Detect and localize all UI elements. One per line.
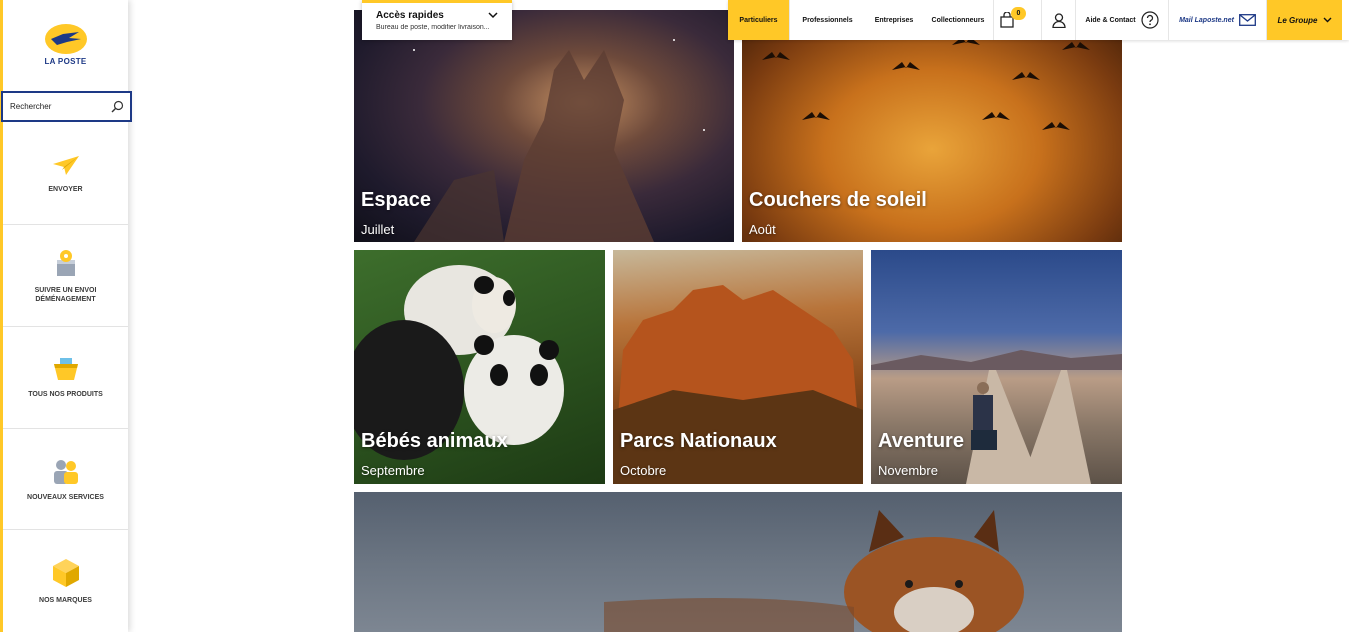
tile-title: Aventure	[878, 430, 964, 452]
mail-laposte-label: Mail Laposte.net	[1179, 16, 1234, 24]
help-contact-link[interactable]: Aide & Contact	[1076, 0, 1169, 40]
quick-access-subtitle: Bureau de poste, modifier livraison...	[376, 24, 490, 31]
cart-count-badge: 0	[1011, 7, 1026, 20]
tile-title: Espace	[361, 189, 432, 211]
sidebar-item-services[interactable]: NOUVEAUX SERVICES	[3, 429, 128, 530]
logo-text: LA POSTE	[44, 57, 87, 66]
tab-entreprises[interactable]: Entreprises	[865, 0, 923, 40]
search-icon[interactable]	[111, 100, 124, 113]
envelope-icon	[1238, 14, 1256, 26]
tab-collectionneurs[interactable]: Collectionneurs	[923, 0, 994, 40]
sidebar-item-label: NOS MARQUES	[39, 596, 92, 604]
search-input[interactable]	[10, 102, 105, 111]
tile-month: Novembre	[878, 463, 938, 478]
chevron-down-icon	[1323, 17, 1331, 23]
basket-icon	[53, 358, 78, 380]
quick-access-dropdown[interactable]: Accès rapides Bureau de poste, modifier …	[362, 0, 512, 40]
sidebar: LA POSTE ENVOYER SUIVRE UN ENVOI DÉMÉNAG…	[0, 0, 132, 632]
tile-bebes-animaux[interactable]: Bébés animaux Septembre	[354, 250, 605, 484]
chevron-down-icon	[488, 12, 498, 19]
tile-couchers-de-soleil[interactable]: Couchers de soleil Août	[742, 10, 1122, 242]
tile-month: Septembre	[361, 463, 425, 478]
le-groupe-dropdown[interactable]: Le Groupe	[1267, 0, 1342, 40]
sidebar-item-suivre[interactable]: SUIVRE UN ENVOI DÉMÉNAGEMENT	[3, 225, 128, 327]
tile-month: Août	[749, 222, 776, 237]
mail-laposte-link[interactable]: Mail Laposte.net	[1169, 0, 1267, 40]
sidebar-item-envoyer[interactable]: ENVOYER	[3, 124, 128, 225]
tile-title: Parcs Nationaux	[620, 430, 777, 452]
tab-particuliers[interactable]: Particuliers	[728, 0, 790, 40]
tile-title: Bébés animaux	[361, 430, 508, 452]
tile-title: Couchers de soleil	[749, 189, 927, 211]
cart-button[interactable]: 0	[994, 0, 1042, 40]
le-groupe-label: Le Groupe	[1277, 15, 1318, 25]
package-icon	[52, 558, 79, 587]
tile-parcs-nationaux[interactable]: Parcs Nationaux Octobre	[613, 250, 863, 484]
tile-espace[interactable]: Espace Juillet	[354, 10, 734, 242]
sidebar-item-label: ENVOYER	[48, 185, 83, 193]
account-button[interactable]	[1042, 0, 1076, 40]
sidebar-item-label-line1: SUIVRE UN ENVOI	[34, 286, 97, 294]
help-contact-label: Aide & Contact	[1085, 16, 1136, 24]
people-icon	[53, 459, 78, 484]
la-poste-logo[interactable]: LA POSTE	[3, 0, 128, 90]
paper-plane-icon	[52, 155, 79, 175]
sidebar-item-label: SUIVRE UN ENVOI DÉMÉNAGEMENT	[35, 286, 97, 304]
sidebar-item-label: TOUS NOS PRODUITS	[28, 391, 103, 398]
sidebar-item-produits[interactable]: TOUS NOS PRODUITS	[3, 327, 128, 429]
tab-professionnels[interactable]: Professionnels	[790, 0, 865, 40]
sidebar-item-label-line2: DÉMÉNAGEMENT	[35, 295, 96, 303]
top-navigation-bar: Particuliers Professionnels Entreprises …	[728, 0, 1349, 40]
sidebar-item-label: NOUVEAUX SERVICES	[27, 493, 104, 501]
tile-renard[interactable]	[354, 492, 1122, 632]
user-icon	[1051, 12, 1066, 28]
search-box[interactable]	[1, 91, 132, 122]
sidebar-item-marques[interactable]: NOS MARQUES	[3, 530, 128, 632]
tile-month: Juillet	[361, 222, 395, 237]
tile-aventure[interactable]: Aventure Novembre	[871, 250, 1122, 484]
la-poste-bird-icon	[44, 24, 87, 54]
fox-image	[604, 510, 1024, 632]
question-icon	[1140, 11, 1159, 29]
tracking-box-icon	[56, 249, 75, 276]
tile-month: Octobre	[620, 463, 667, 478]
